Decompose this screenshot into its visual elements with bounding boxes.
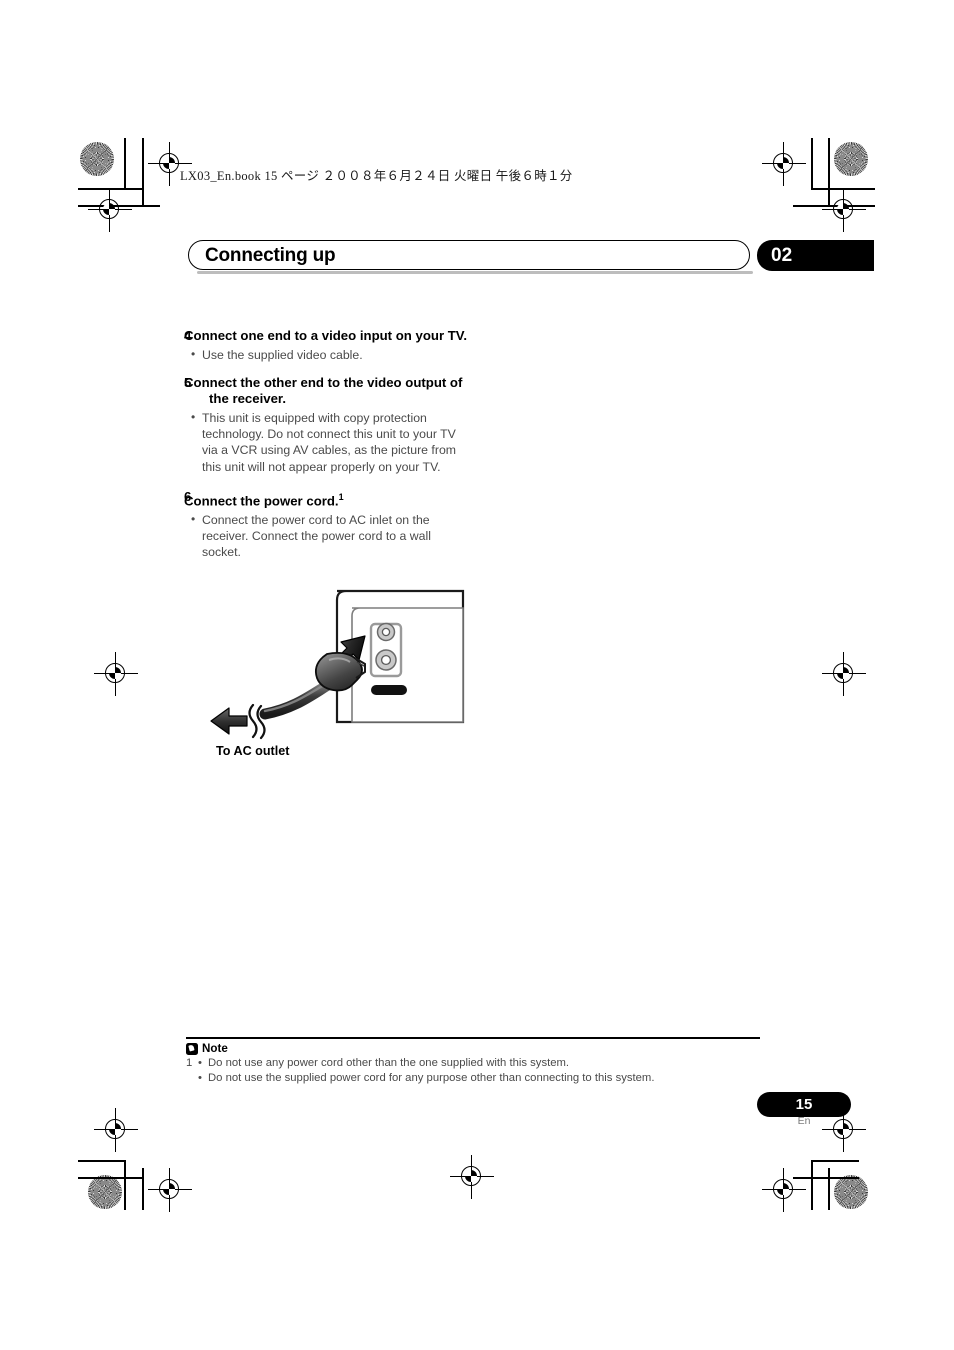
bullet-glyph: • (198, 1057, 202, 1069)
registration-crosshair-right-middle (822, 652, 866, 696)
registration-crosshair-left-upper (88, 188, 132, 232)
crop-line (811, 138, 813, 190)
note-header: Note (186, 1042, 228, 1055)
registration-crosshair-bottom-left (148, 1168, 192, 1212)
crop-line (828, 1168, 830, 1210)
note-text: Do not use any power cord other than the… (208, 1057, 570, 1069)
step-title-wrapper: Connect the power cord.1 (184, 489, 470, 510)
step-heading: 5 Connect the other end to the video out… (184, 375, 470, 408)
page-number-badge: 15 (757, 1092, 851, 1117)
step-item: 5 Connect the other end to the video out… (184, 375, 470, 475)
crop-line (124, 138, 126, 190)
list-item: This unit is equipped with copy protecti… (184, 409, 470, 475)
note-title: Note (202, 1042, 228, 1055)
list-item: 1 • Do not use any power cord other than… (186, 1056, 766, 1071)
crop-line (124, 1160, 126, 1210)
crop-line (142, 1168, 144, 1210)
crop-line (78, 1177, 144, 1179)
list-item: • Do not use the supplied power cord for… (186, 1071, 766, 1086)
step-bullet-list: Use the supplied video cable. (184, 345, 470, 363)
page-language-label: En (797, 1115, 811, 1127)
page-title: Connecting up (205, 245, 336, 266)
bullet-glyph: • (198, 1071, 202, 1084)
registration-crosshair-right-upper (822, 188, 866, 232)
list-item: Connect the power cord to AC inlet on th… (184, 511, 470, 561)
registration-crosshair-bottom-right (762, 1168, 806, 1212)
step-heading: 6 Connect the power cord.1 (184, 489, 470, 510)
registration-crosshair-left-middle (94, 652, 138, 696)
note-icon (186, 1042, 198, 1055)
registration-crosshair-left-lower (94, 1108, 138, 1152)
crop-line (811, 1160, 859, 1162)
footnote-marker: 1 (338, 491, 344, 502)
to-outlet-arrow-icon (210, 707, 248, 735)
step-item: 6 Connect the power cord.1 Connect the p… (184, 489, 470, 561)
step-title: Connect the power cord. (184, 493, 339, 509)
step-heading: 4 Connect one end to a video input on yo… (184, 328, 470, 345)
moire-target-top-left (80, 142, 114, 176)
manual-page: LX03_En.book 15 ページ ２００８年６月２４日 火曜日 午後６時１… (0, 0, 954, 1350)
registration-crosshair-bottom-center (450, 1155, 494, 1199)
instructions-column: 4 Connect one end to a video input on yo… (184, 328, 470, 571)
step-item: 4 Connect one end to a video input on yo… (184, 328, 470, 363)
title-bar-shadow (197, 271, 753, 274)
chapter-number-tab: 02 (757, 240, 874, 271)
chapter-title-bar: Connecting up (188, 240, 753, 274)
list-item: Use the supplied video cable. (184, 345, 470, 363)
panel-slot (371, 685, 407, 695)
registration-crosshair-top-right (762, 142, 806, 186)
note-footnote-number: 1 (186, 1057, 193, 1069)
step-title: Connect one end to a video input on your… (184, 328, 468, 343)
moire-target-bottom-right (834, 1175, 868, 1209)
step-title: Connect the other end to the video outpu… (184, 374, 463, 407)
step-bullet-list: Connect the power cord to AC inlet on th… (184, 511, 470, 561)
note-text: Do not use the supplied power cord for a… (208, 1071, 655, 1084)
print-header-book-line: LX03_En.book 15 ページ ２００８年６月２４日 火曜日 午後６時１… (180, 169, 573, 183)
note-footnote-number (186, 1071, 198, 1086)
moire-target-top-right (834, 142, 868, 176)
crop-line (142, 138, 144, 206)
note-list: 1 • Do not use any power cord other than… (186, 1056, 766, 1085)
ac-inlet-socket (369, 622, 403, 678)
power-cord-connection-diagram (205, 588, 467, 768)
crop-line (78, 1160, 126, 1162)
step-bullet-list: This unit is equipped with copy protecti… (184, 409, 470, 475)
moire-target-bottom-left (88, 1175, 122, 1209)
note-divider (186, 1037, 760, 1040)
figure-caption: To AC outlet (216, 744, 290, 758)
crop-line (811, 1160, 813, 1210)
